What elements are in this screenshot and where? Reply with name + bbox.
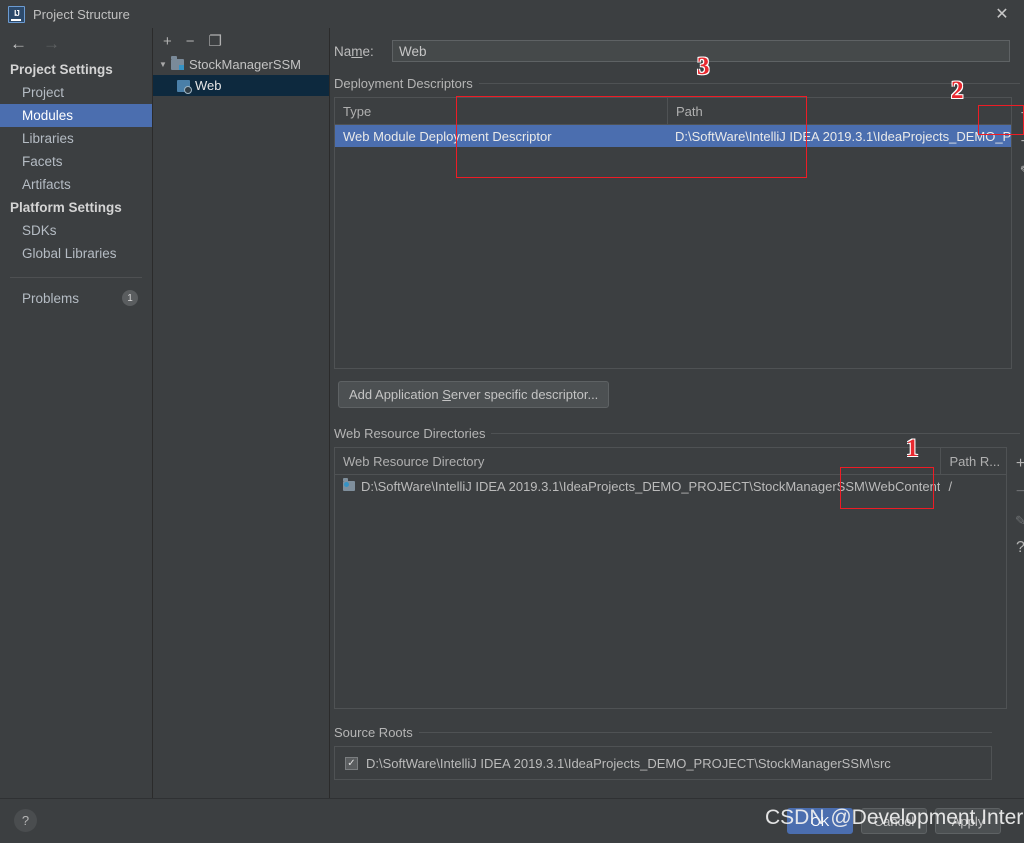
- sidebar-item-modules[interactable]: Modules: [0, 104, 152, 127]
- column-header-web-resource-directory[interactable]: Web Resource Directory: [335, 448, 940, 474]
- tree-node-web[interactable]: Web: [153, 75, 329, 96]
- cell-type: Web Module Deployment Descriptor: [343, 128, 552, 144]
- column-header-path-relative[interactable]: Path R...: [940, 448, 1006, 474]
- web-facet-icon: [177, 79, 192, 94]
- forward-arrow-icon[interactable]: →: [43, 35, 60, 52]
- name-input[interactable]: [392, 40, 1010, 62]
- deployment-descriptors-table-wrap: Type Path Web Module Deployment Descript…: [334, 97, 1024, 370]
- web-resource-directories-toolbar: + − ✎ ?: [1007, 447, 1024, 709]
- add-application-server-descriptor-button[interactable]: Add Application Server specific descript…: [338, 381, 610, 408]
- dialog-footer: ? OK Cancel Apply: [0, 798, 1024, 843]
- web-resource-directories-header: Web Resource Directories: [334, 426, 1020, 441]
- sidebar-item-problems-label: Problems: [22, 290, 80, 306]
- add-web-resource-button[interactable]: +: [1007, 451, 1024, 477]
- web-resource-directories-table-wrap: Web Resource Directory Path R... D:\Soft…: [334, 447, 1024, 710]
- table-row[interactable]: D:\SoftWare\IntelliJ IDEA 2019.3.1\IdeaP…: [335, 475, 1006, 497]
- cancel-button[interactable]: Cancel: [861, 808, 927, 834]
- source-roots-title: Source Roots: [334, 725, 413, 740]
- sidebar-item-artifacts[interactable]: Artifacts: [0, 173, 152, 196]
- cell-web-resource-directory: D:\SoftWare\IntelliJ IDEA 2019.3.1\IdeaP…: [335, 475, 940, 497]
- deployment-descriptors-header: Deployment Descriptors: [334, 76, 1020, 91]
- title-bar: IJ Project Structure ✕: [0, 0, 1024, 28]
- deployment-descriptors-table: Type Path Web Module Deployment Descript…: [334, 97, 1013, 370]
- deployment-descriptors-section: Deployment Descriptors Type Path Web Mod…: [330, 76, 1024, 408]
- name-label: Name:: [334, 43, 374, 59]
- web-resource-directories-title: Web Resource Directories: [334, 426, 486, 441]
- source-root-checkbox[interactable]: ✓: [345, 756, 358, 770]
- table-header-row: Type Path: [335, 98, 1012, 125]
- sidebar-item-global-libraries[interactable]: Global Libraries: [0, 242, 152, 265]
- deployment-descriptors-toolbar: + − ✎: [1012, 97, 1024, 369]
- add-descriptor-button[interactable]: +: [1012, 101, 1024, 127]
- apply-button[interactable]: Apply: [935, 808, 1001, 834]
- cell-path-relative: /: [948, 478, 953, 494]
- back-arrow-icon[interactable]: ←: [10, 35, 27, 52]
- help-icon[interactable]: ?: [14, 809, 37, 832]
- ok-button[interactable]: OK: [787, 808, 853, 834]
- navigation-arrows: ← →: [0, 28, 152, 58]
- remove-module-button[interactable]: −: [186, 34, 195, 49]
- cell-path: D:\SoftWare\IntelliJ IDEA 2019.3.1\IdeaP…: [675, 128, 1012, 144]
- sidebar-item-project[interactable]: Project: [0, 81, 152, 104]
- tree-node-stockmanagerssm-label: StockManagerSSM: [189, 57, 301, 72]
- edit-descriptor-button[interactable]: ✎: [1012, 157, 1024, 183]
- cell-web-resource-directory-text: D:\SoftWare\IntelliJ IDEA 2019.3.1\IdeaP…: [361, 478, 941, 494]
- help-web-resource-button[interactable]: ?: [1007, 535, 1024, 561]
- sidebar-group-project-settings: Project Settings: [10, 62, 113, 77]
- edit-web-resource-button[interactable]: ✎: [1007, 507, 1024, 533]
- sidebar-item-problems[interactable]: Problems 1: [0, 286, 152, 310]
- sidebar-item-sdks[interactable]: SDKs: [0, 219, 152, 242]
- sidebar-item-libraries[interactable]: Libraries: [0, 127, 152, 150]
- table-row[interactable]: Web Module Deployment Descriptor D:\Soft…: [335, 125, 1012, 147]
- module-detail-panel: Name: Deployment Descriptors Type Path W…: [330, 28, 1024, 798]
- copy-module-button[interactable]: ❐: [209, 34, 222, 49]
- module-tree-pane: + − ❐ ▼ StockManagerSSM Web: [153, 28, 330, 798]
- sidebar-item-facets[interactable]: Facets: [0, 150, 152, 173]
- web-resource-directories-body: D:\SoftWare\IntelliJ IDEA 2019.3.1\IdeaP…: [335, 475, 1006, 710]
- chevron-down-icon[interactable]: ▼: [159, 60, 171, 69]
- section-divider-line: [491, 433, 1020, 434]
- source-roots-header: Source Roots: [334, 725, 992, 740]
- intellij-idea-icon: IJ: [8, 5, 25, 23]
- source-roots-section: Source Roots ✓ D:\SoftWare\IntelliJ IDEA…: [330, 725, 1024, 780]
- remove-descriptor-button[interactable]: −: [1012, 129, 1024, 155]
- sidebar-group-platform-settings: Platform Settings: [10, 200, 122, 215]
- source-roots-list: ✓ D:\SoftWare\IntelliJ IDEA 2019.3.1\Ide…: [334, 746, 992, 780]
- source-root-path: D:\SoftWare\IntelliJ IDEA 2019.3.1\IdeaP…: [366, 755, 891, 771]
- column-header-type[interactable]: Type: [335, 98, 667, 124]
- window-title: Project Structure: [33, 6, 130, 22]
- name-row: Name:: [330, 28, 1024, 62]
- deployment-descriptors-body: Web Module Deployment Descriptor D:\Soft…: [335, 125, 1012, 370]
- web-resource-directories-section: Web Resource Directories Web Resource Di…: [330, 426, 1024, 709]
- folder-web-icon: [343, 478, 355, 491]
- column-header-path[interactable]: Path: [667, 98, 1011, 124]
- tree-node-stockmanagerssm[interactable]: ▼ StockManagerSSM: [153, 54, 329, 75]
- section-divider-line: [418, 732, 992, 733]
- problems-count-badge: 1: [122, 290, 138, 306]
- module-tree-toolbar: + − ❐: [153, 28, 329, 54]
- remove-web-resource-button[interactable]: −: [1007, 479, 1024, 505]
- settings-sidebar: ← → Project Settings Project Modules Lib…: [0, 28, 153, 798]
- section-divider-line: [478, 83, 1020, 84]
- module-icon: [171, 56, 184, 70]
- close-icon[interactable]: ✕: [980, 0, 1024, 28]
- deployment-descriptors-title: Deployment Descriptors: [334, 76, 473, 91]
- sidebar-divider: [10, 277, 142, 278]
- add-module-button[interactable]: +: [163, 34, 172, 49]
- web-resource-directories-table: Web Resource Directory Path R... D:\Soft…: [334, 447, 1008, 710]
- table-header-row: Web Resource Directory Path R...: [335, 448, 1007, 475]
- tree-node-web-label: Web: [195, 78, 222, 93]
